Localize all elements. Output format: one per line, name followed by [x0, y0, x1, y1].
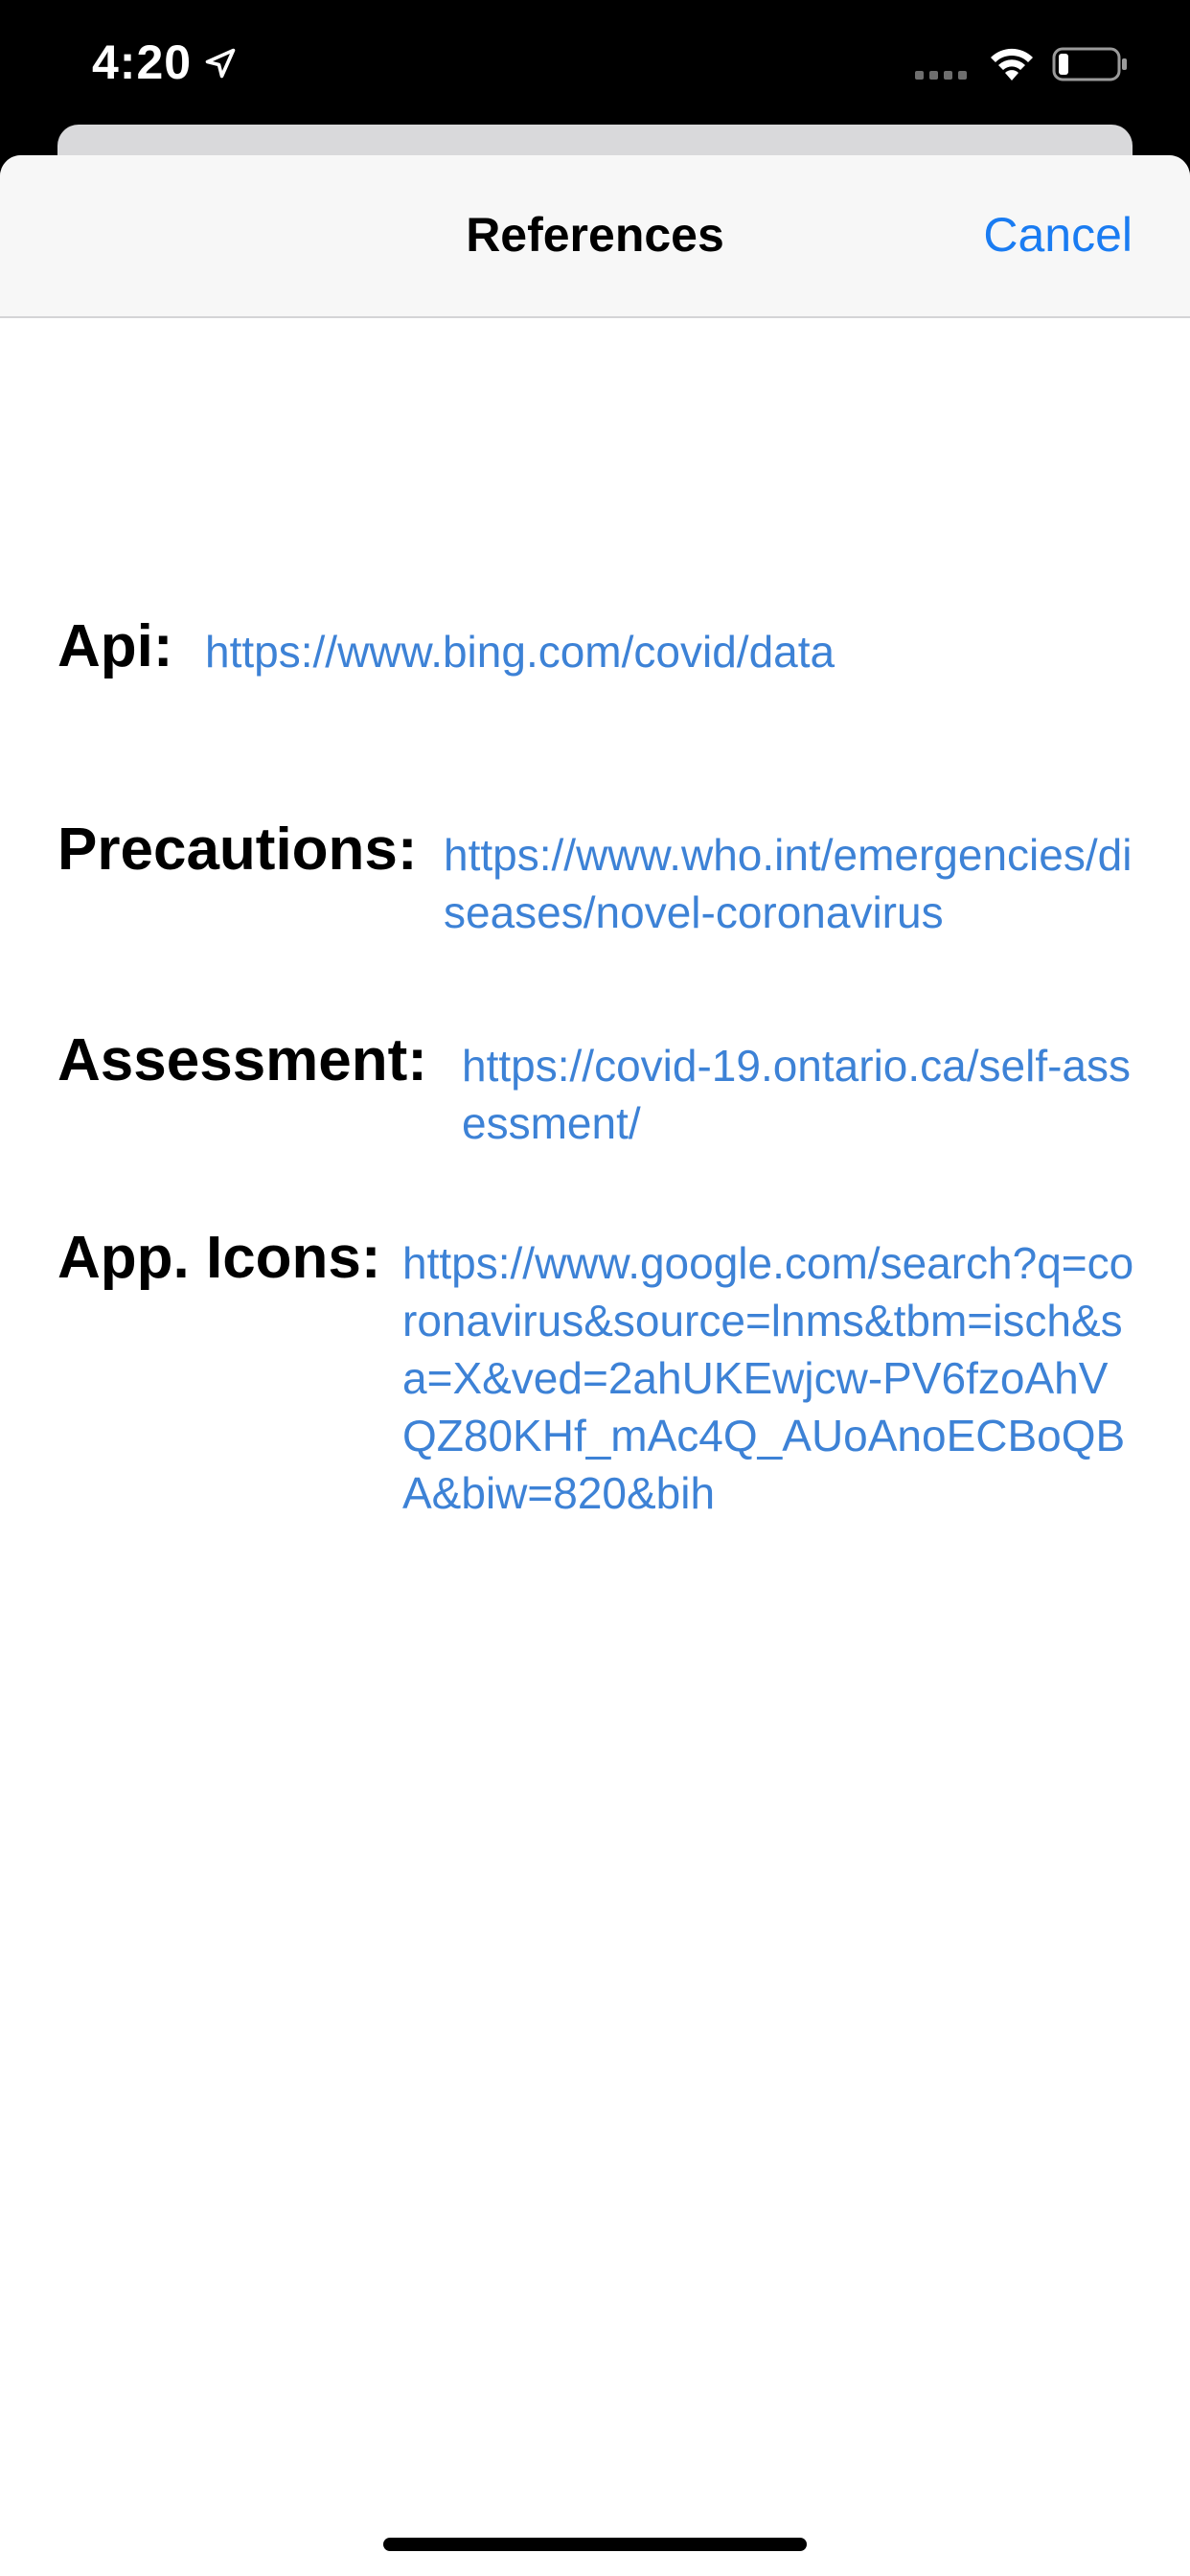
location-arrow-icon — [205, 48, 236, 79]
reference-label: Precautions: — [57, 816, 418, 883]
cellular-signal-icon — [915, 71, 967, 80]
screen: 4:20 References Cancel Api: https://www.… — [0, 0, 1190, 2576]
reference-label: Assessment: — [57, 1027, 427, 1093]
reference-link[interactable]: https://www.google.com/search?q=coronavi… — [402, 1234, 1140, 1522]
reference-row-api: Api: https://www.bing.com/covid/data — [57, 615, 972, 680]
reference-label: Api: — [57, 613, 173, 679]
cancel-button[interactable]: Cancel — [983, 207, 1133, 263]
reference-link[interactable]: https://www.bing.com/covid/data — [205, 623, 972, 680]
wifi-icon — [991, 48, 1033, 80]
home-indicator — [383, 2538, 807, 2551]
status-time: 4:20 — [92, 35, 193, 89]
references-sheet: References Cancel Api: https://www.bing.… — [0, 155, 1190, 2576]
reference-row-assessment: Assessment: https://covid-19.ontario.ca/… — [57, 1029, 1133, 1152]
navigation-bar: References Cancel — [0, 155, 1190, 318]
reference-link[interactable]: https://covid-19.ontario.ca/self-assessm… — [462, 1037, 1133, 1152]
status-bar: 4:20 — [0, 0, 1190, 125]
reference-row-precautions: Precautions: https://www.who.int/emergen… — [57, 818, 1153, 941]
reference-label: App. Icons: — [57, 1225, 381, 1291]
reference-row-app-icons: App. Icons: https://www.google.com/searc… — [57, 1227, 1140, 1522]
reference-link[interactable]: https://www.who.int/emergencies/diseases… — [444, 826, 1153, 941]
battery-icon — [1052, 47, 1127, 81]
